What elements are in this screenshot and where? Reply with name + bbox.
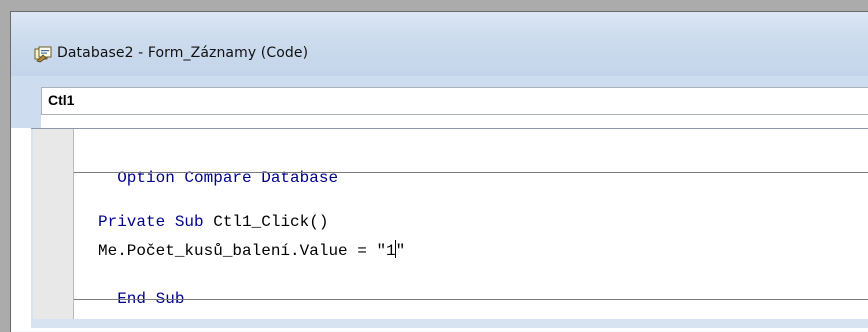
title-bar[interactable] [11, 12, 868, 76]
code-text: " [395, 242, 406, 260]
code-text: Ctl1_Click() [203, 213, 329, 231]
procedure-separator [74, 172, 868, 173]
object-dropdown[interactable]: Ctl1 [41, 87, 868, 115]
object-dropdown-value: Ctl1 [48, 92, 75, 108]
procedure-separator-bottom [74, 299, 868, 300]
code-line-4[interactable]: End Sub [98, 269, 184, 309]
keyword-text: Private Sub [98, 213, 204, 231]
margin-indicator-bar[interactable] [33, 129, 74, 319]
vba-code-module-icon [34, 46, 52, 63]
window-title: Database2 - Form_Záznamy (Code) [57, 45, 309, 61]
toolbar-band-left [11, 76, 41, 128]
code-line-2[interactable]: Private Sub Ctl1_Click() [98, 212, 328, 232]
code-text: Me.Počet_kusů_balení.Value = "1 [98, 242, 396, 260]
toolbar-band [11, 76, 868, 87]
code-line-1[interactable]: Option Compare Database [98, 148, 338, 188]
code-line-3[interactable]: Me.Počet_kusů_balení.Value = "1" [98, 240, 405, 261]
